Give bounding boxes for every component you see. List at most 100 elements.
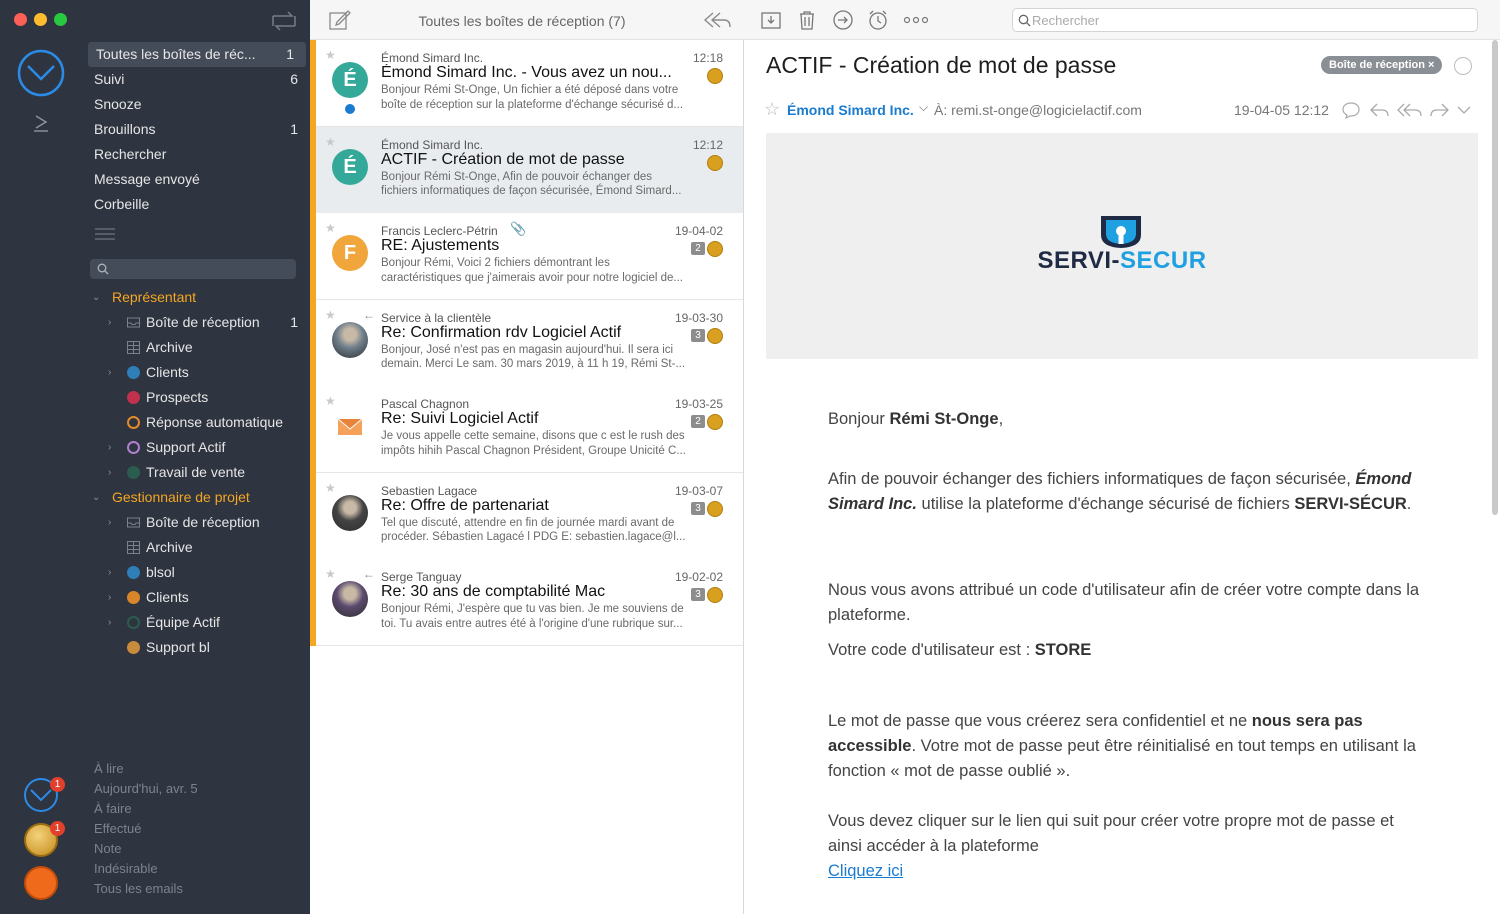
all-mail-icon[interactable] [17, 49, 65, 97]
star-icon[interactable]: ★ [325, 481, 336, 495]
chevron-right-icon[interactable]: › [108, 560, 111, 585]
menu-icon[interactable] [94, 227, 116, 241]
recipient-name: Rémi St-Onge [889, 410, 999, 428]
folder-item[interactable]: Prospects [86, 385, 310, 410]
folder-item[interactable]: › Boîte de réception [86, 510, 310, 535]
create-password-link[interactable]: Cliquez ici [828, 859, 903, 884]
sidebar-nav-item[interactable]: Corbeille [86, 192, 310, 217]
folder-item[interactable]: › Clients [86, 360, 310, 385]
message-row[interactable]: ★ Pascal Chagnon 19-03-25 Re: Suivi Logicie… [310, 386, 743, 473]
message-list-header: Toutes les boîtes de réception (7) [310, 0, 744, 40]
minimize-window-button[interactable] [34, 13, 47, 26]
reply-all-icon[interactable] [1396, 101, 1422, 119]
star-icon[interactable]: ★ [325, 135, 336, 149]
move-icon[interactable] [832, 9, 854, 31]
folder-item[interactable]: › blsol [86, 560, 310, 585]
message-row[interactable]: ★ F 📎 Francis Leclerc-Pétrin 19-04-02 RE: Aju… [310, 213, 743, 300]
email-paragraph-2: Nous vous avons attribué un code d'utili… [828, 581, 1420, 624]
star-icon[interactable]: ☆ [764, 99, 780, 120]
done-toggle[interactable] [1454, 57, 1472, 75]
message-row[interactable]: ★ ← Serge Tanguay 19-02-02 Re: 30 ans de com… [310, 559, 743, 646]
folder-item[interactable]: › Travail de vente [86, 460, 310, 485]
sidebar-nav-item[interactable]: Rechercher [86, 142, 310, 167]
message-date: 19-02-02 [674, 570, 723, 584]
chevron-right-icon[interactable]: › [108, 360, 111, 385]
folder-item[interactable]: Réponse automatique [86, 410, 310, 435]
reply-all-icon[interactable] [702, 10, 732, 30]
reply-icon[interactable] [1369, 101, 1389, 119]
chevron-down-icon[interactable] [1456, 103, 1472, 117]
smart-folder-item[interactable]: Note [94, 839, 121, 859]
folder-item[interactable]: › Boîte de réception 1 [86, 310, 310, 335]
smart-folder-item[interactable]: À lire [94, 759, 124, 779]
message-sender: Pascal Chagnon [381, 397, 470, 411]
chevron-right-icon[interactable]: › [108, 585, 111, 610]
comment-icon[interactable] [1342, 101, 1360, 119]
folder-tag[interactable]: Boîte de réception × [1321, 56, 1443, 74]
zoom-window-button[interactable] [54, 13, 67, 26]
star-icon[interactable]: ★ [325, 308, 336, 322]
scrollbar-thumb[interactable] [1492, 40, 1498, 515]
notification-badge: 1 [50, 777, 65, 792]
close-window-button[interactable] [14, 13, 27, 26]
orange-account-icon[interactable] [24, 866, 58, 900]
chevron-right-icon[interactable]: › [108, 310, 111, 335]
message-subject: ACTIF - Création de mot de passe [381, 150, 625, 168]
chevron-down-icon[interactable]: ⌵ [919, 100, 928, 115]
message-row[interactable]: ★ ← Service à la clientèle 19-03-30 Re: Conf… [310, 299, 743, 387]
sent-stack-icon[interactable] [33, 113, 49, 133]
message-sender: Serge Tanguay [381, 570, 462, 584]
folder-item[interactable]: Support bl [86, 635, 310, 660]
star-icon[interactable]: ★ [325, 394, 336, 408]
snooze-alarm-icon[interactable] [867, 9, 889, 31]
thread-count-badge: 3 [691, 328, 705, 342]
folder-item[interactable]: Archive [86, 335, 310, 360]
trash-icon[interactable] [796, 9, 818, 31]
sync-icon[interactable] [270, 10, 298, 32]
sidebar-nav-item[interactable]: Toutes les boîtes de réc... 1 [88, 42, 306, 67]
smart-folder-item[interactable]: Effectué [94, 819, 141, 839]
sidebar-search-input[interactable] [90, 259, 296, 279]
message-row[interactable]: ★ Sebastien Lagace 19-03-07 Re: Offre de pa… [310, 472, 743, 560]
sidebar-nav-item[interactable]: Brouillons 1 [86, 117, 310, 142]
more-icon[interactable] [903, 9, 929, 31]
sidebar-nav-item[interactable]: Suivi 6 [86, 67, 310, 92]
nav-label: Corbeille [94, 196, 150, 212]
list-title: Toutes les boîtes de réception (7) [418, 13, 626, 29]
email-datetime: 19-04-05 12:12 [1234, 102, 1329, 118]
folder-item[interactable]: › Clients [86, 585, 310, 610]
smart-folder-item[interactable]: À faire [94, 799, 132, 819]
replied-icon: ← [363, 567, 375, 581]
chevron-right-icon[interactable]: › [108, 435, 111, 460]
chevron-down-icon[interactable]: ⌄ [92, 285, 100, 310]
brand-banner: SERVI-SECUR [766, 133, 1478, 359]
folder-item[interactable]: Archive [86, 535, 310, 560]
sidebar-nav-item[interactable]: Snooze [86, 92, 310, 117]
account-group-header[interactable]: ⌄ Gestionnaire de projet [86, 485, 310, 510]
smart-folder-item[interactable]: Aujourd'hui, avr. 5 [94, 779, 198, 799]
chevron-right-icon[interactable]: › [108, 610, 111, 635]
sender-name[interactable]: Émond Simard Inc. [787, 102, 914, 118]
forward-icon[interactable] [1428, 101, 1450, 119]
sender-avatar: F [332, 235, 368, 271]
folder-label: Boîte de réception [146, 514, 260, 530]
chevron-down-icon[interactable]: ⌄ [92, 485, 100, 510]
folder-item[interactable]: › Support Actif [86, 435, 310, 460]
message-preview: Tel que discuté, attendre en fin de jour… [381, 516, 686, 544]
folder-color-icon [127, 591, 140, 604]
star-icon[interactable]: ★ [325, 48, 336, 62]
folder-label: Équipe Actif [146, 614, 220, 630]
account-group-header[interactable]: ⌄ Représentant [86, 285, 310, 310]
chevron-right-icon[interactable]: › [108, 460, 111, 485]
star-icon[interactable]: ★ [325, 221, 336, 235]
message-row[interactable]: ★ É Émond Simard Inc. 12:18 Émond Simard Inc… [310, 40, 743, 127]
smart-folder-item[interactable]: Tous les emails [94, 879, 183, 899]
chevron-right-icon[interactable]: › [108, 510, 111, 535]
search-input[interactable]: Rechercher [1012, 8, 1478, 32]
star-icon[interactable]: ★ [325, 567, 336, 581]
message-row[interactable]: ★ É Émond Simard Inc. 12:12 ACTIF - Création… [310, 126, 743, 214]
smart-folder-item[interactable]: Indésirable [94, 859, 158, 879]
sidebar-nav-item[interactable]: Message envoyé [86, 167, 310, 192]
folder-item[interactable]: › Équipe Actif [86, 610, 310, 635]
archive-icon[interactable] [760, 9, 782, 31]
